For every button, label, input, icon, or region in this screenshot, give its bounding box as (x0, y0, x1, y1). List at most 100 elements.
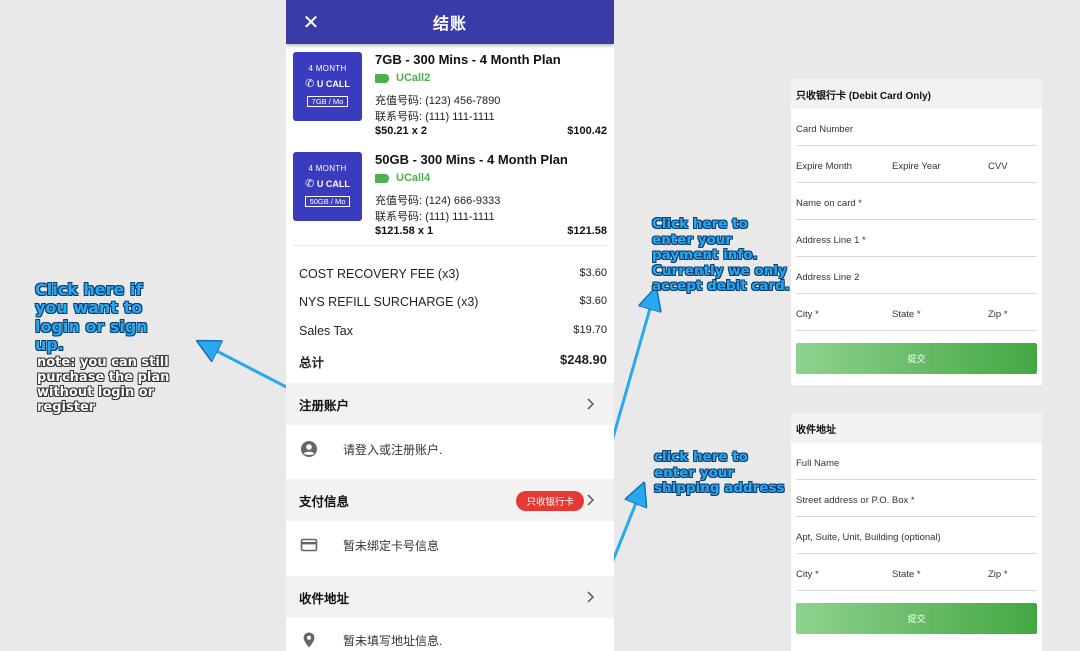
expire-year-field[interactable]: Expire Year (892, 161, 941, 172)
card-submit-button[interactable]: 提交 (796, 343, 1037, 374)
plan-brand: UCall4 (375, 172, 430, 184)
shipping-address-form: 收件地址 Full Name Street address or P.O. Bo… (791, 413, 1042, 651)
page-title: 结账 (432, 16, 467, 33)
annotation-payment: Click here to enter your payment info. C… (652, 216, 790, 295)
city-field[interactable]: City * (796, 569, 819, 580)
cvv-field[interactable]: CVV (988, 161, 1008, 172)
zip-field[interactable]: Zip * (988, 569, 1008, 580)
close-icon[interactable]: ✕ (300, 11, 322, 33)
apt-suite-label: Apt, Suite, Unit, Building (optional) (796, 532, 941, 543)
app-bar: ✕ 结账 (286, 0, 614, 44)
thumb-duration: 4 MONTH (308, 164, 347, 173)
name-on-card-label: Name on card * (796, 198, 863, 209)
name-on-card-field[interactable]: Name on card * (796, 183, 1037, 220)
street-address-field[interactable]: Street address or P.O. Box * (796, 480, 1037, 517)
address-submit-button[interactable]: 提交 (796, 603, 1037, 634)
shipping-section-header[interactable]: 收件地址 (286, 576, 614, 618)
payment-row-text: 暂未绑定卡号信息 (343, 538, 440, 553)
thumb-brand-text: U CALL (316, 179, 350, 189)
tag-icon (375, 73, 389, 83)
line-total: $100.42 (567, 125, 607, 137)
city-field[interactable]: City * (796, 309, 819, 320)
annotation-shipping: click here to enter your shipping addres… (654, 449, 785, 497)
plan-thumbnail: 4 MONTH ✆ U CALL 7GB / Mo (293, 52, 362, 121)
street-address-label: Street address or P.O. Box * (796, 495, 915, 506)
chevron-right-icon (587, 591, 595, 603)
fee-value: $19.70 (573, 324, 607, 336)
fee-row: Sales Tax $19.70 (299, 324, 607, 338)
arrow-login (207, 346, 297, 394)
cart-item: 4 MONTH ✆ U CALL 50GB / Mo 50GB - 300 Mi… (286, 144, 614, 244)
address-line1-field[interactable]: Address Line 1 * (796, 220, 1037, 257)
fee-label: COST RECOVERY FEE (x3) (299, 267, 460, 281)
thumb-tag: 7GB / Mo (306, 96, 349, 107)
shipping-section-title: 收件地址 (299, 591, 350, 606)
debit-card-form: 只收银行卡 (Debit Card Only) Card Number Expi… (791, 79, 1042, 385)
zip-field[interactable]: Zip * (988, 309, 1008, 320)
cart-item: 4 MONTH ✆ U CALL 7GB / Mo 7GB - 300 Mins… (286, 44, 614, 144)
unit-price: $121.58 x 1 (375, 225, 434, 237)
card-form-title: 只收银行卡 (Debit Card Only) (791, 79, 1042, 109)
thumb-duration: 4 MONTH (308, 64, 347, 73)
chevron-right-icon (587, 398, 595, 410)
annotation-login: Click here if you want to login or sign … (35, 280, 148, 355)
expire-month-field[interactable]: Expire Month (796, 161, 852, 172)
tag-icon (375, 173, 389, 183)
account-section-title: 注册账户 (299, 398, 350, 413)
total-label: 总计 (299, 356, 325, 370)
plan-name: 7GB - 300 Mins - 4 Month Plan (375, 52, 561, 67)
account-row-text: 请登入或注册账户. (343, 442, 443, 457)
account-circle-icon (301, 441, 317, 457)
payment-section-header[interactable]: 支付信息 只收银行卡 (286, 479, 614, 521)
address-form-title: 收件地址 (791, 413, 1042, 443)
fee-row: COST RECOVERY FEE (x3) $3.60 (299, 267, 607, 281)
city-state-zip-row: City * State * Zip * (796, 554, 1037, 591)
fee-row: NYS REFILL SURCHARGE (x3) $3.60 (299, 295, 607, 309)
contact-number: 联系号码: (111) 111-1111 (375, 211, 495, 223)
fee-value: $3.60 (579, 295, 607, 307)
recharge-number: 充值号码: (124) 666-9333 (375, 195, 501, 207)
thumb-brand: ✆ U CALL (293, 77, 362, 90)
thumb-tag: 50GB / Mo (304, 196, 351, 207)
state-field[interactable]: State * (892, 569, 921, 580)
location-pin-icon (303, 632, 315, 648)
fee-value: $3.60 (579, 267, 607, 279)
total-row: 总计 $248.90 (299, 352, 607, 371)
payment-row[interactable]: 暂未绑定卡号信息 (286, 518, 614, 572)
card-number-field[interactable]: Card Number (796, 109, 1037, 146)
address-line2-field[interactable]: Address Line 2 (796, 257, 1037, 294)
full-name-label: Full Name (796, 458, 840, 469)
recharge-number: 充值号码: (123) 456-7890 (375, 95, 501, 107)
phone-icon: ✆ (305, 78, 315, 90)
fee-label: Sales Tax (299, 324, 353, 338)
apt-suite-field[interactable]: Apt, Suite, Unit, Building (optional) (796, 517, 1037, 554)
address-line2-label: Address Line 2 (796, 272, 860, 283)
plan-name: 50GB - 300 Mins - 4 Month Plan (375, 152, 568, 167)
phone-icon: ✆ (305, 178, 315, 190)
thumb-brand-text: U CALL (316, 79, 350, 89)
annotation-login-note: note: you can still purchase the plan wi… (37, 355, 170, 415)
full-name-field[interactable]: Full Name (796, 443, 1037, 480)
account-row[interactable]: 请登入或注册账户. (286, 422, 614, 476)
unit-price: $50.21 x 2 (375, 125, 427, 137)
plan-brand-text: UCall4 (396, 172, 431, 184)
total-value: $248.90 (560, 352, 607, 367)
address-line1-label: Address Line 1 * (796, 235, 866, 246)
plan-brand: UCall2 (375, 72, 430, 84)
checkout-screen: ✕ 结账 4 MONTH ✆ U CALL 7GB / Mo 7GB - 300… (286, 0, 614, 651)
plan-thumbnail: 4 MONTH ✆ U CALL 50GB / Mo (293, 152, 362, 221)
credit-card-icon (300, 538, 318, 552)
plan-brand-text: UCall2 (396, 72, 431, 84)
shipping-row[interactable]: 暂未填写地址信息. (286, 613, 614, 651)
account-section-header[interactable]: 注册账户 (286, 383, 614, 425)
payment-section-title: 支付信息 (299, 494, 350, 509)
expiry-cvv-row: Expire Month Expire Year CVV (796, 146, 1037, 183)
divider (293, 245, 607, 246)
card-number-label: Card Number (796, 124, 854, 135)
debit-only-badge: 只收银行卡 (516, 491, 584, 511)
shipping-row-text: 暂未填写地址信息. (343, 633, 443, 648)
contact-number: 联系号码: (111) 111-1111 (375, 111, 495, 123)
chevron-right-icon (587, 494, 595, 506)
fee-label: NYS REFILL SURCHARGE (x3) (299, 295, 479, 309)
state-field[interactable]: State * (892, 309, 921, 320)
